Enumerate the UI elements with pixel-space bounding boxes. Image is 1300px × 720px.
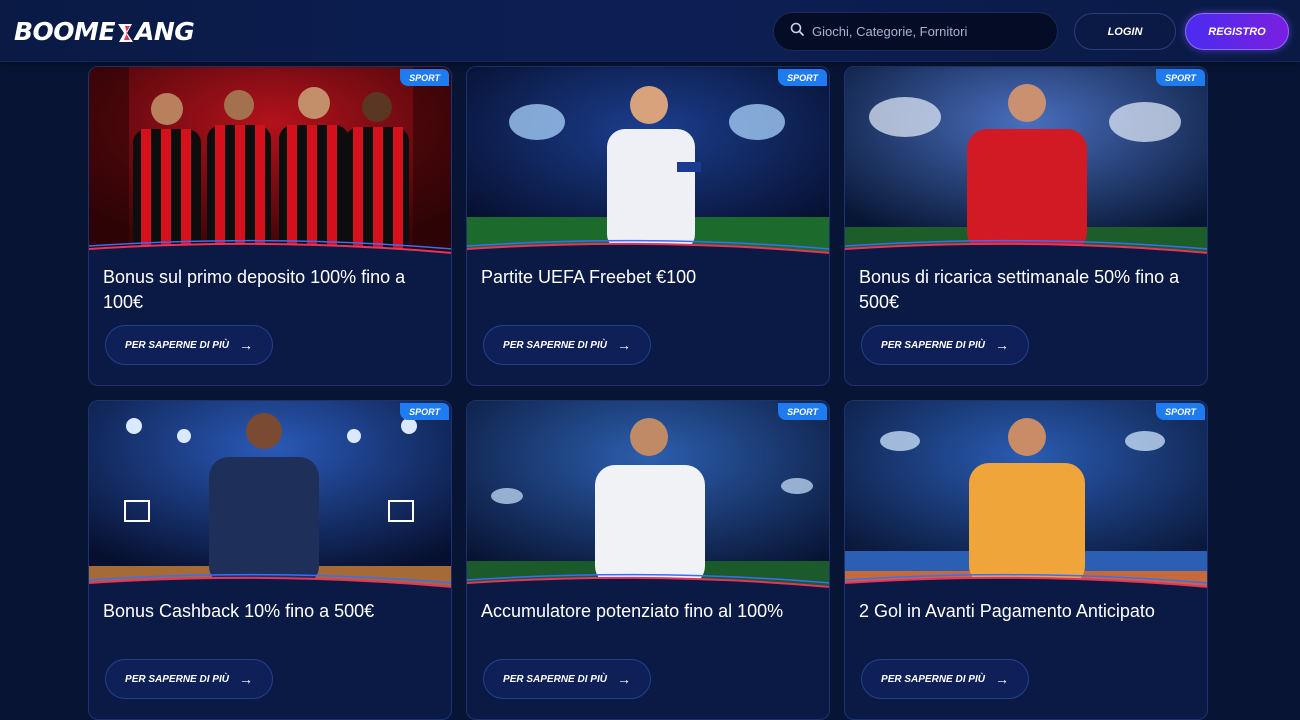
learn-more-label: PER SAPERNE DI PIÙ	[503, 339, 607, 351]
learn-more-button[interactable]: PER SAPERNE DI PIÙ →	[105, 659, 273, 699]
sport-badge: SPORT	[1156, 69, 1205, 86]
promo-card[interactable]: SPORT Bonus di ricarica settimanale 50% …	[844, 66, 1208, 386]
logo-text-right: ANG	[135, 16, 195, 46]
learn-more-label: PER SAPERNE DI PIÙ	[881, 339, 985, 351]
search-input[interactable]	[812, 24, 1042, 39]
sport-badge: SPORT	[1156, 403, 1205, 420]
search-bar[interactable]	[773, 12, 1058, 51]
sport-badge: SPORT	[778, 69, 827, 86]
arrow-right-icon: →	[616, 337, 631, 353]
promo-card[interactable]: SPORT Partite UEFA Freebet €100 PER SAPE…	[466, 66, 830, 386]
card-divider-wave	[845, 573, 1207, 603]
promo-image-tennis-player	[845, 401, 1207, 586]
login-button[interactable]: LOGIN	[1074, 13, 1176, 50]
arrow-right-icon: →	[994, 337, 1009, 353]
arrow-right-icon: →	[616, 671, 631, 687]
promo-title: Partite UEFA Freebet €100	[481, 267, 697, 287]
promo-card[interactable]: SPORT Bonus Cashback 10% fino a 500€ PER…	[88, 400, 452, 720]
promo-title: 2 Gol in Avanti Pagamento Anticipato	[859, 601, 1155, 621]
card-divider-wave	[89, 239, 451, 269]
promo-image-football-celebration	[467, 401, 829, 586]
learn-more-button[interactable]: PER SAPERNE DI PIÙ →	[861, 659, 1029, 699]
sport-badge: SPORT	[400, 403, 449, 420]
boomerang-logo[interactable]: BOOME ANG	[14, 16, 195, 46]
promo-image-milan-players	[89, 67, 451, 252]
promo-title: Bonus di ricarica settimanale 50% fino a…	[859, 267, 1180, 312]
register-button[interactable]: REGISTRO	[1185, 13, 1289, 50]
card-divider-wave	[467, 573, 829, 603]
arrow-right-icon: →	[994, 671, 1009, 687]
learn-more-button[interactable]: PER SAPERNE DI PIÙ →	[105, 325, 273, 365]
sport-badge: SPORT	[778, 403, 827, 420]
learn-more-label: PER SAPERNE DI PIÙ	[503, 673, 607, 685]
promo-card[interactable]: SPORT Bonus sul primo deposito 100% fino…	[88, 66, 452, 386]
arrow-right-icon: →	[238, 337, 253, 353]
promo-title: Bonus Cashback 10% fino a 500€	[103, 601, 375, 621]
promo-card[interactable]: SPORT Accumulatore potenziato fino al 10…	[466, 400, 830, 720]
promo-title: Accumulatore potenziato fino al 100%	[481, 601, 784, 621]
learn-more-label: PER SAPERNE DI PIÙ	[125, 673, 229, 685]
card-divider-wave	[845, 239, 1207, 269]
learn-more-label: PER SAPERNE DI PIÙ	[125, 339, 229, 351]
learn-more-button[interactable]: PER SAPERNE DI PIÙ →	[483, 325, 651, 365]
boomerang-logo-mark-icon	[116, 21, 134, 42]
arrow-right-icon: →	[238, 671, 253, 687]
learn-more-button[interactable]: PER SAPERNE DI PIÙ →	[861, 325, 1029, 365]
card-divider-wave	[89, 573, 451, 603]
card-divider-wave	[467, 239, 829, 269]
learn-more-button[interactable]: PER SAPERNE DI PIÙ →	[483, 659, 651, 699]
sport-badge: SPORT	[400, 69, 449, 86]
search-icon	[790, 22, 804, 41]
promo-card[interactable]: SPORT 2 Gol in Avanti Pagamento Anticipa…	[844, 400, 1208, 720]
promo-image-football-player-stadium	[467, 67, 829, 252]
logo-text-left: BOOME	[14, 16, 116, 46]
promo-image-red-jersey-player	[845, 67, 1207, 252]
promo-title: Bonus sul primo deposito 100% fino a 100…	[103, 267, 406, 312]
top-header: BOOME ANG LOGIN REGISTRO	[0, 0, 1300, 62]
learn-more-label: PER SAPERNE DI PIÙ	[881, 673, 985, 685]
promo-image-basketball-player	[89, 401, 451, 586]
